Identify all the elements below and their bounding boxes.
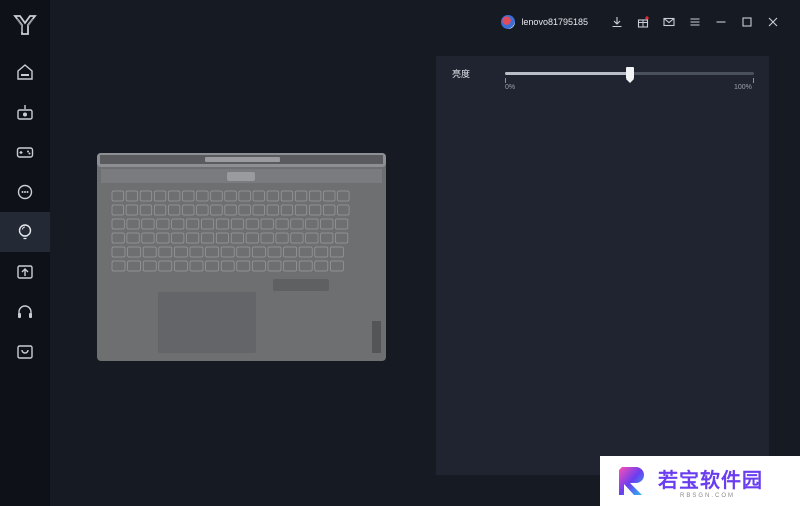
minimize-icon (716, 21, 726, 23)
gift-button[interactable] (636, 15, 650, 29)
mail-icon (663, 17, 675, 27)
watermark-title: 若宝软件园 (658, 469, 763, 492)
watermark-logo-icon (619, 467, 644, 495)
legion-logo-icon (13, 15, 37, 35)
sidebar-item-audio[interactable] (0, 292, 50, 332)
store-icon (17, 345, 33, 359)
watermark: 若宝软件园 RBSGN.COM (600, 456, 800, 506)
avatar[interactable] (501, 15, 516, 29)
title-bar: lenovo81795185 (501, 10, 780, 34)
sidebar-item-update[interactable] (0, 252, 50, 292)
slider-max-label: 100% (734, 84, 752, 91)
chat-icon (17, 184, 33, 200)
message-button[interactable] (662, 15, 676, 29)
sidebar-item-device[interactable] (0, 92, 50, 132)
brightness-label: 亮度 (452, 69, 471, 79)
maximize-icon (742, 17, 752, 27)
sidebar-item-home[interactable] (0, 52, 50, 92)
download-icon (612, 17, 622, 28)
brightness-slider[interactable] (505, 67, 754, 83)
brightness-slider-fill (505, 72, 630, 75)
close-button[interactable] (766, 15, 780, 29)
sidebar-item-community[interactable] (0, 172, 50, 212)
maximize-button[interactable] (740, 15, 754, 29)
menu-button[interactable] (688, 15, 702, 29)
sidebar-item-games[interactable] (0, 132, 50, 172)
sidebar (0, 0, 50, 506)
gift-icon (637, 16, 649, 28)
headset-icon (18, 305, 32, 318)
slider-tick-min (505, 78, 506, 83)
brightness-slider-thumb[interactable] (625, 67, 634, 83)
watermark-subtitle: RBSGN.COM (680, 492, 736, 499)
upload-icon (17, 265, 33, 279)
laptop-keyboard-image (97, 153, 386, 361)
username[interactable]: lenovo81795185 (521, 17, 588, 27)
close-icon (768, 17, 778, 27)
device-icon (17, 105, 33, 120)
sidebar-item-store[interactable] (0, 332, 50, 372)
home-icon (17, 64, 33, 80)
sidebar-item-lighting[interactable] (0, 212, 50, 252)
lighting-panel: 亮度 0% 100% (436, 56, 769, 475)
lightbulb-icon (18, 224, 32, 240)
menu-icon (690, 18, 700, 26)
download-button[interactable] (610, 15, 624, 29)
slider-min-label: 0% (505, 84, 516, 91)
minimize-button[interactable] (714, 15, 728, 29)
gamepad-icon (16, 147, 34, 158)
slider-tick-max (753, 78, 754, 83)
